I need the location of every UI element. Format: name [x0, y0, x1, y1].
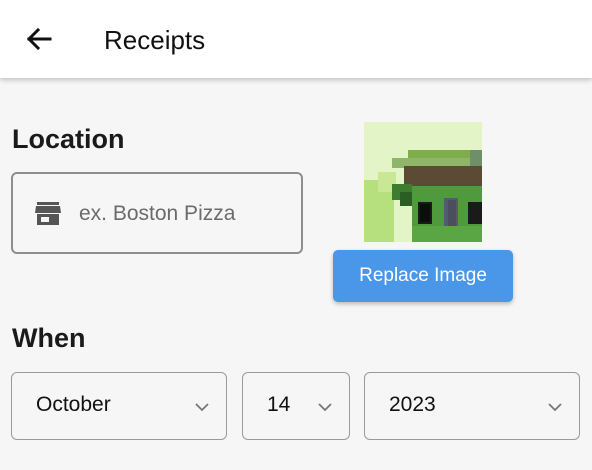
replace-image-button[interactable]: Replace Image — [333, 250, 513, 302]
page-title: Receipts — [104, 25, 206, 55]
chevron-down-icon — [318, 403, 332, 412]
year-value: 2023 — [389, 393, 436, 416]
chevron-down-icon — [548, 403, 562, 412]
day-value: 14 — [267, 393, 291, 416]
month-value: October — [36, 393, 111, 416]
app-bar: Receipts — [0, 0, 592, 78]
arrow-left-icon — [26, 28, 52, 50]
location-field[interactable] — [11, 172, 303, 254]
chevron-down-icon — [195, 403, 209, 412]
store-icon — [35, 202, 61, 225]
receipt-image — [364, 122, 482, 242]
location-label: Location — [12, 124, 125, 154]
when-label: When — [12, 323, 86, 353]
back-button[interactable] — [22, 22, 56, 56]
day-select[interactable]: 14 — [242, 372, 350, 440]
month-select[interactable]: October — [11, 372, 227, 440]
location-input[interactable] — [79, 194, 289, 234]
year-select[interactable]: 2023 — [364, 372, 580, 440]
